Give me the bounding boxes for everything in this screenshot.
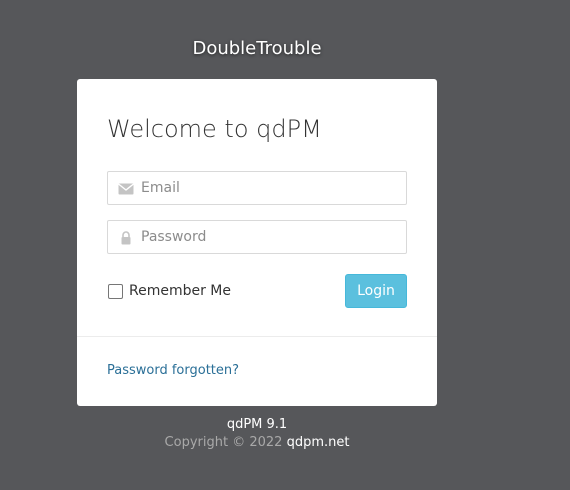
password-forgotten-link[interactable]: Password forgotten?	[107, 363, 239, 378]
footer-copyright: Copyright © 2022 qdpm.net	[77, 435, 437, 450]
page-title: Welcome to qdPM	[107, 115, 322, 143]
envelope-icon	[118, 181, 134, 195]
remember-me-checkbox[interactable]	[108, 283, 123, 299]
password-input[interactable]	[141, 221, 396, 253]
lock-icon	[118, 230, 134, 245]
remember-me[interactable]: Remember Me	[108, 283, 231, 299]
qdpm-site-link[interactable]: qdpm.net	[287, 435, 350, 450]
email-field[interactable]	[107, 171, 407, 205]
copyright-text: Copyright © 2022	[164, 435, 283, 450]
divider	[77, 336, 437, 337]
password-field[interactable]	[107, 220, 407, 254]
login-card: Welcome to qdPM Remember Me Login Passwo…	[77, 79, 437, 406]
remember-me-label[interactable]: Remember Me	[129, 283, 231, 299]
footer-version: qdPM 9.1	[226, 417, 288, 432]
login-button[interactable]: Login	[345, 274, 407, 308]
brand-name: DoubleTrouble	[192, 38, 322, 59]
email-input[interactable]	[141, 172, 396, 204]
